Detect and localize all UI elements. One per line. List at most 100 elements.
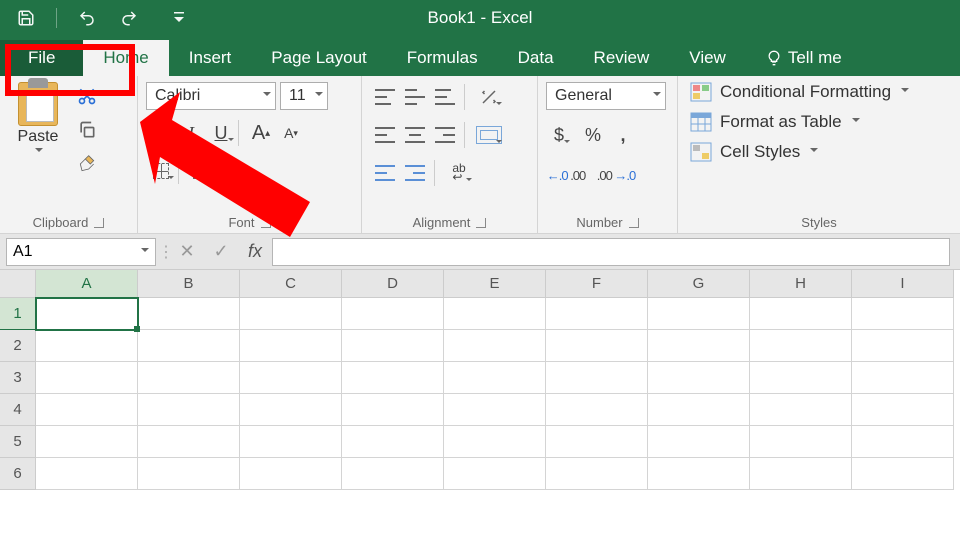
- format-painter-icon[interactable]: [76, 154, 98, 174]
- cell[interactable]: [36, 426, 138, 458]
- borders-button[interactable]: [146, 156, 176, 186]
- cell[interactable]: [342, 394, 444, 426]
- cancel-formula-button[interactable]: ✕: [170, 238, 204, 266]
- merge-center-button[interactable]: [474, 120, 504, 150]
- cell[interactable]: [852, 426, 954, 458]
- bold-button[interactable]: B: [146, 118, 176, 148]
- cell[interactable]: [240, 394, 342, 426]
- cell[interactable]: [342, 458, 444, 490]
- dialog-launcher-icon[interactable]: [629, 218, 639, 228]
- cell[interactable]: [138, 362, 240, 394]
- conditional-formatting-button[interactable]: Conditional Formatting: [690, 82, 909, 102]
- orientation-button[interactable]: [474, 82, 504, 112]
- font-name-combo[interactable]: Calibri: [146, 82, 276, 110]
- cell[interactable]: [342, 362, 444, 394]
- cell[interactable]: [852, 362, 954, 394]
- cell[interactable]: [648, 298, 750, 330]
- worksheet-grid[interactable]: A B C D E F G H I 1 2 3 4 5 6: [0, 270, 960, 490]
- cell[interactable]: [750, 394, 852, 426]
- row-header[interactable]: 3: [0, 362, 36, 394]
- tab-view[interactable]: View: [669, 40, 746, 76]
- column-header[interactable]: F: [546, 270, 648, 298]
- underline-button[interactable]: U: [206, 118, 236, 148]
- tab-home[interactable]: Home: [83, 40, 168, 76]
- cell[interactable]: [648, 362, 750, 394]
- cell[interactable]: [36, 362, 138, 394]
- insert-function-button[interactable]: fx: [238, 238, 272, 266]
- cell[interactable]: [852, 330, 954, 362]
- cell[interactable]: [750, 458, 852, 490]
- cell[interactable]: [444, 458, 546, 490]
- cell[interactable]: [444, 362, 546, 394]
- decrease-indent-button[interactable]: [370, 158, 400, 188]
- tab-insert[interactable]: Insert: [169, 40, 252, 76]
- formula-input[interactable]: [272, 238, 950, 266]
- column-header[interactable]: H: [750, 270, 852, 298]
- tab-page-layout[interactable]: Page Layout: [251, 40, 386, 76]
- align-left-button[interactable]: [370, 120, 400, 150]
- customize-qat-icon[interactable]: [167, 6, 191, 30]
- cell[interactable]: [342, 426, 444, 458]
- copy-icon[interactable]: [76, 120, 98, 140]
- cell[interactable]: [750, 362, 852, 394]
- cell-a1[interactable]: [36, 298, 138, 330]
- number-format-combo[interactable]: General: [546, 82, 666, 110]
- percent-format-button[interactable]: %: [582, 120, 604, 150]
- cell[interactable]: [36, 458, 138, 490]
- cut-icon[interactable]: [76, 86, 98, 106]
- undo-icon[interactable]: [75, 6, 99, 30]
- cell[interactable]: [36, 394, 138, 426]
- cell[interactable]: [852, 394, 954, 426]
- align-bottom-button[interactable]: [430, 82, 460, 112]
- cell[interactable]: [750, 298, 852, 330]
- column-header[interactable]: B: [138, 270, 240, 298]
- cell[interactable]: [546, 298, 648, 330]
- enter-formula-button[interactable]: ✓: [204, 238, 238, 266]
- row-header[interactable]: 6: [0, 458, 36, 490]
- cell[interactable]: [36, 330, 138, 362]
- cell[interactable]: [444, 298, 546, 330]
- cell[interactable]: [138, 426, 240, 458]
- cell[interactable]: [546, 458, 648, 490]
- cell[interactable]: [546, 394, 648, 426]
- cell[interactable]: [648, 458, 750, 490]
- cell[interactable]: [138, 330, 240, 362]
- increase-indent-button[interactable]: [400, 158, 430, 188]
- select-all-corner[interactable]: [0, 270, 36, 298]
- cell[interactable]: [342, 330, 444, 362]
- cell[interactable]: [648, 426, 750, 458]
- italic-button[interactable]: I: [176, 118, 206, 148]
- cell[interactable]: [240, 298, 342, 330]
- shrink-font-button[interactable]: A▾: [276, 118, 306, 148]
- cell[interactable]: [240, 362, 342, 394]
- cell-styles-button[interactable]: Cell Styles: [690, 142, 909, 162]
- row-header[interactable]: 5: [0, 426, 36, 458]
- column-header[interactable]: D: [342, 270, 444, 298]
- column-header[interactable]: E: [444, 270, 546, 298]
- cell[interactable]: [138, 458, 240, 490]
- tab-review[interactable]: Review: [574, 40, 670, 76]
- cell[interactable]: [342, 298, 444, 330]
- cell[interactable]: [240, 330, 342, 362]
- align-top-button[interactable]: [370, 82, 400, 112]
- font-size-combo[interactable]: 11: [280, 82, 328, 110]
- name-box[interactable]: A1: [6, 238, 156, 266]
- dialog-launcher-icon[interactable]: [476, 218, 486, 228]
- cell[interactable]: [750, 330, 852, 362]
- accounting-format-button[interactable]: $: [546, 120, 572, 150]
- row-header[interactable]: 4: [0, 394, 36, 426]
- format-as-table-button[interactable]: Format as Table: [690, 112, 909, 132]
- cell[interactable]: [648, 394, 750, 426]
- cell[interactable]: [546, 362, 648, 394]
- align-center-button[interactable]: [400, 120, 430, 150]
- grow-font-button[interactable]: A▴: [246, 118, 276, 148]
- tab-file[interactable]: File: [0, 40, 83, 76]
- cell[interactable]: [444, 330, 546, 362]
- tab-data[interactable]: Data: [498, 40, 574, 76]
- cell[interactable]: [852, 458, 954, 490]
- cell[interactable]: [444, 426, 546, 458]
- cell[interactable]: [648, 330, 750, 362]
- cell[interactable]: [750, 426, 852, 458]
- redo-icon[interactable]: [117, 6, 141, 30]
- tab-tell-me[interactable]: Tell me: [746, 40, 842, 76]
